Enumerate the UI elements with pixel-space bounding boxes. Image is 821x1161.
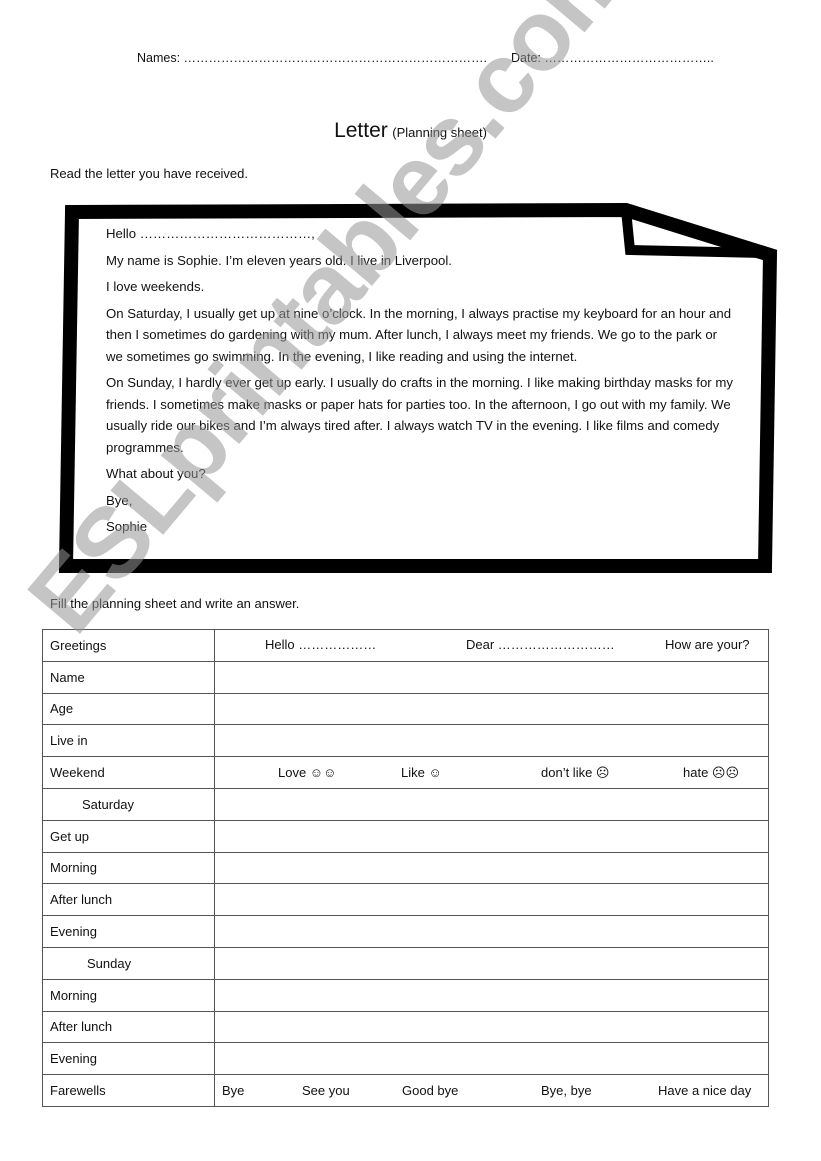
table-row: Evening xyxy=(42,1042,769,1076)
option-label: Hello ……………… xyxy=(265,637,377,653)
row-label: Saturday xyxy=(42,787,215,821)
option-label: Have a nice day xyxy=(658,1082,752,1098)
answer-cell[interactable] xyxy=(214,883,769,917)
answer-cell[interactable] xyxy=(214,724,769,758)
letter-paragraph: What about you? xyxy=(106,466,206,481)
letter-body: Hello …………………………………, My name is Sophie. … xyxy=(106,223,736,543)
letter-paragraph: Bye, xyxy=(106,492,133,508)
table-row: Farewells Bye See you Good bye Bye, bye Have … xyxy=(42,1074,769,1107)
row-label: After lunch xyxy=(42,883,215,917)
row-label: Morning xyxy=(42,978,215,1012)
answer-cell[interactable] xyxy=(214,787,769,821)
table-row: After lunch xyxy=(42,883,769,917)
table-row: Evening xyxy=(42,915,769,948)
table-row: Morning xyxy=(42,978,769,1012)
options-cell: Love ☺☺ Like ☺ don’t like ☹ hate ☹☹ xyxy=(214,756,769,789)
option-label: Like ☺ xyxy=(401,764,442,780)
table-row: Greetings Hello ……………… Dear ……………………… How a… xyxy=(42,629,769,662)
row-label: Morning xyxy=(42,851,215,885)
answer-cell[interactable] xyxy=(214,1010,769,1044)
option-label: How are your? xyxy=(665,637,750,653)
answer-cell[interactable] xyxy=(214,1042,769,1076)
row-label: Get up xyxy=(42,819,215,853)
option-label: Good bye xyxy=(402,1082,459,1098)
option-label: Bye, bye xyxy=(541,1082,592,1098)
fill-instruction: Fill the planning sheet and write an ans… xyxy=(50,596,300,611)
letter-greeting: Hello …………………………………, xyxy=(106,226,315,241)
option-label: See you xyxy=(302,1082,350,1098)
row-label: Live in xyxy=(42,724,215,758)
answer-cell[interactable] xyxy=(214,851,769,885)
row-label: Name xyxy=(42,660,215,694)
table-row: Weekend Love ☺☺ Like ☺ don’t like ☹ hate ☹☹ xyxy=(42,756,769,789)
table-row: Get up xyxy=(42,819,769,853)
row-label: Weekend xyxy=(42,756,215,789)
answer-cell[interactable] xyxy=(214,946,769,980)
answer-cell[interactable] xyxy=(214,692,769,726)
row-label: After lunch xyxy=(42,1010,215,1044)
planning-table: Greetings Hello ……………… Dear ……………………… How a… xyxy=(42,629,769,1107)
row-label: Age xyxy=(42,692,215,726)
table-row: Saturday xyxy=(42,787,769,821)
table-row: Name xyxy=(42,660,769,694)
options-cell: Hello ……………… Dear ……………………… How are your? xyxy=(214,629,769,662)
table-row: After lunch xyxy=(42,1010,769,1044)
answer-cell[interactable] xyxy=(214,915,769,948)
table-row: Sunday xyxy=(42,946,769,980)
row-label: Greetings xyxy=(42,629,215,662)
option-label: don’t like ☹ xyxy=(541,764,610,780)
option-label: Love ☺☺ xyxy=(278,764,337,780)
row-label: Farewells xyxy=(42,1074,215,1107)
letter-paragraph: On Sunday, I hardly ever get up early. I… xyxy=(106,375,733,455)
table-row: Morning xyxy=(42,851,769,885)
table-row: Live in xyxy=(42,724,769,758)
letter-signature: Sophie xyxy=(106,519,148,534)
row-label: Evening xyxy=(42,915,215,948)
row-label: Sunday xyxy=(42,946,215,980)
letter-paragraph: My name is Sophie. I’m eleven years old.… xyxy=(106,252,452,268)
answer-cell[interactable] xyxy=(214,819,769,853)
options-cell: Bye See you Good bye Bye, bye Have a nice da… xyxy=(214,1074,769,1107)
letter-paragraph: On Saturday, I usually get up at nine o’… xyxy=(106,305,732,364)
letter-paragraph: I love weekends. xyxy=(106,279,205,294)
answer-cell[interactable] xyxy=(214,660,769,694)
option-label: Dear ……………………… xyxy=(466,637,615,653)
option-label: Bye xyxy=(222,1082,245,1098)
row-label: Evening xyxy=(42,1042,215,1076)
answer-cell[interactable] xyxy=(214,978,769,1012)
option-label: hate ☹☹ xyxy=(683,764,740,780)
table-row: Age xyxy=(42,692,769,726)
